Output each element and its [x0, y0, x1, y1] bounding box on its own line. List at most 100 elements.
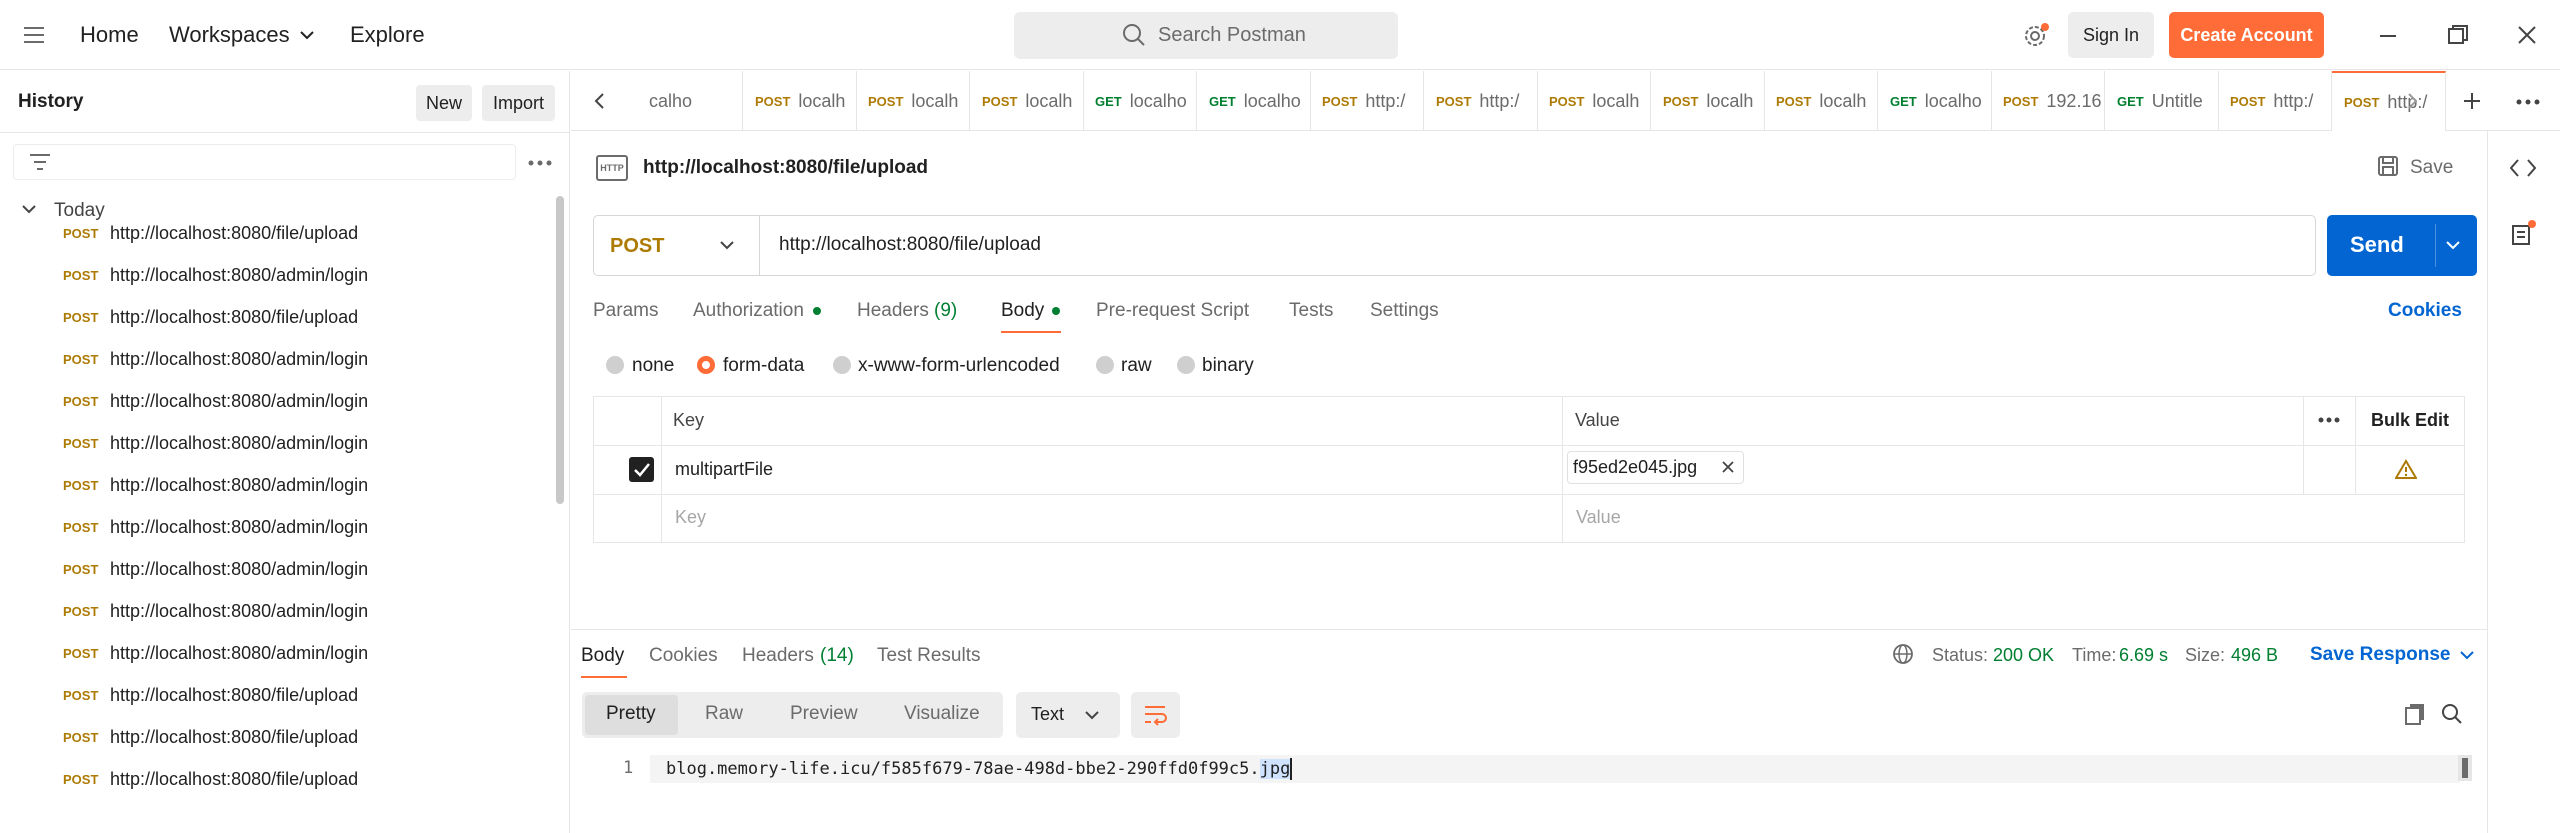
- request-tab[interactable]: POST localh: [856, 71, 970, 131]
- radio-binary[interactable]: [1177, 356, 1195, 374]
- new-tab-plus-icon[interactable]: [2462, 91, 2482, 111]
- history-item[interactable]: POST http://localhost:8080/admin/login: [0, 254, 540, 296]
- request-tab[interactable]: calho: [629, 71, 743, 131]
- request-tab[interactable]: POST http:/: [1424, 71, 1538, 131]
- response-tab-test-results[interactable]: Test Results: [877, 645, 980, 667]
- response-tab-headers[interactable]: Headers: [742, 645, 814, 667]
- response-tab-cookies[interactable]: Cookies: [649, 645, 718, 667]
- new-button[interactable]: New: [416, 85, 472, 121]
- history-item[interactable]: POST http://localhost:8080/file/upload: [0, 716, 540, 758]
- method-select[interactable]: POST: [610, 235, 664, 258]
- radio-none[interactable]: [606, 356, 624, 374]
- radio-label-form-data[interactable]: form-data: [723, 355, 804, 377]
- history-item-url[interactable]: http://localhost:8080/admin/login: [110, 391, 368, 412]
- radio-label-urlencoded[interactable]: x-www-form-urlencoded: [858, 355, 1060, 377]
- save-response-button[interactable]: Save Response: [2310, 644, 2450, 666]
- url-input[interactable]: http://localhost:8080/file/upload: [779, 234, 1041, 256]
- history-item[interactable]: POST http://localhost:8080/file/upload: [0, 758, 540, 800]
- warning-icon[interactable]: [2395, 459, 2417, 479]
- more-options-icon[interactable]: [2318, 417, 2340, 423]
- save-button[interactable]: Save: [2410, 157, 2453, 179]
- history-item-url[interactable]: http://localhost:8080/admin/login: [110, 475, 368, 496]
- code-scrollbar-thumb[interactable]: [2462, 758, 2468, 778]
- history-item-url[interactable]: http://localhost:8080/admin/login: [110, 559, 368, 580]
- import-button[interactable]: Import: [482, 85, 555, 121]
- remove-file-icon[interactable]: [1722, 461, 1734, 473]
- history-item-url[interactable]: http://localhost:8080/admin/login: [110, 601, 368, 622]
- history-item[interactable]: POST http://localhost:8080/admin/login: [0, 464, 540, 506]
- history-item-url[interactable]: http://localhost:8080/admin/login: [110, 517, 368, 538]
- history-item-url[interactable]: http://localhost:8080/admin/login: [110, 643, 368, 664]
- info-panel-icon[interactable]: [2510, 218, 2538, 248]
- tab-options-icon[interactable]: [2516, 98, 2540, 106]
- nav-workspaces[interactable]: Workspaces: [169, 22, 290, 48]
- radio-urlencoded[interactable]: [833, 356, 851, 374]
- search-response-icon[interactable]: [2441, 703, 2463, 725]
- tab-params[interactable]: Params: [593, 300, 658, 322]
- request-tab[interactable]: POST 192.16: [1991, 71, 2105, 131]
- size-value[interactable]: 496 B: [2231, 645, 2278, 666]
- nav-home[interactable]: Home: [80, 22, 139, 48]
- history-item-url[interactable]: http://localhost:8080/admin/login: [110, 265, 368, 286]
- chevron-right-icon[interactable]: [2407, 93, 2419, 109]
- more-options-icon[interactable]: [528, 159, 552, 167]
- history-item-url[interactable]: http://localhost:8080/file/upload: [110, 685, 358, 706]
- nav-explore[interactable]: Explore: [350, 22, 425, 48]
- tab-prerequest-script[interactable]: Pre-request Script: [1096, 300, 1249, 322]
- chevron-down-icon[interactable]: [720, 240, 734, 250]
- request-title[interactable]: http://localhost:8080/file/upload: [643, 157, 928, 179]
- view-visualize[interactable]: Visualize: [904, 703, 980, 725]
- history-item-url[interactable]: http://localhost:8080/file/upload: [110, 223, 358, 244]
- cookies-link[interactable]: Cookies: [2388, 300, 2462, 322]
- request-tab[interactable]: POST localh: [1651, 71, 1765, 131]
- code-icon[interactable]: [2510, 158, 2536, 178]
- bulk-edit-button[interactable]: Bulk Edit: [2371, 410, 2449, 431]
- chevron-down-icon[interactable]: [300, 30, 314, 40]
- radio-form-data[interactable]: [697, 356, 715, 374]
- response-body-text[interactable]: blog.memory-life.icu/f585f679-78ae-498d-…: [666, 759, 1260, 779]
- status-value[interactable]: 200 OK: [1993, 645, 2054, 666]
- history-item-url[interactable]: http://localhost:8080/file/upload: [110, 769, 358, 790]
- request-tab[interactable]: POST localh: [1764, 71, 1878, 131]
- request-tab[interactable]: POST http:/: [1310, 71, 1424, 131]
- request-tab[interactable]: GET localho: [1197, 71, 1311, 131]
- history-item-url[interactable]: http://localhost:8080/admin/login: [110, 349, 368, 370]
- chevron-down-icon[interactable]: [2446, 240, 2460, 250]
- sign-in-button[interactable]: Sign In: [2068, 12, 2154, 58]
- tab-authorization[interactable]: Authorization: [693, 300, 804, 322]
- request-tab[interactable]: POST localh: [743, 71, 857, 131]
- request-tab[interactable]: POST localh: [1537, 71, 1651, 131]
- save-icon[interactable]: [2377, 155, 2399, 177]
- copy-icon[interactable]: [2404, 702, 2426, 726]
- view-preview[interactable]: Preview: [790, 703, 858, 725]
- history-item[interactable]: POST http://localhost:8080/file/upload: [0, 674, 540, 716]
- send-label[interactable]: Send: [2350, 232, 2404, 258]
- time-value[interactable]: 6.69 s: [2119, 645, 2168, 666]
- request-tab[interactable]: GET Untitle: [2105, 71, 2219, 131]
- history-item-url[interactable]: http://localhost:8080/file/upload: [110, 727, 358, 748]
- settings-gear-icon[interactable]: [2023, 22, 2051, 50]
- request-tab[interactable]: POST localh: [970, 71, 1084, 131]
- chevron-down-icon[interactable]: [1085, 710, 1099, 720]
- new-value-input[interactable]: Value: [1576, 507, 1621, 528]
- history-item[interactable]: POST http://localhost:8080/admin/login: [0, 422, 540, 464]
- chevron-left-icon[interactable]: [593, 93, 605, 109]
- history-item-url[interactable]: http://localhost:8080/file/upload: [110, 307, 358, 328]
- radio-label-binary[interactable]: binary: [1202, 355, 1254, 377]
- close-icon[interactable]: [2516, 24, 2538, 46]
- response-body-selection[interactable]: jpg: [1259, 759, 1291, 779]
- tab-body[interactable]: Body: [1001, 300, 1044, 322]
- chevron-down-icon[interactable]: [2460, 650, 2474, 660]
- new-key-input[interactable]: Key: [675, 507, 706, 528]
- response-divider[interactable]: [571, 629, 2487, 630]
- tab-tests[interactable]: Tests: [1289, 300, 1333, 322]
- history-item[interactable]: POST http://localhost:8080/admin/login: [0, 590, 540, 632]
- format-label[interactable]: Text: [1031, 704, 1064, 725]
- response-tab-body[interactable]: Body: [581, 645, 624, 667]
- history-item[interactable]: POST http://localhost:8080/admin/login: [0, 338, 540, 380]
- tab-headers[interactable]: Headers: [857, 300, 929, 322]
- request-tab[interactable]: POST http:/: [2332, 71, 2446, 131]
- filter-icon[interactable]: [30, 153, 50, 171]
- create-account-button[interactable]: Create Account: [2169, 12, 2324, 58]
- history-item[interactable]: POST http://localhost:8080/admin/login: [0, 632, 540, 674]
